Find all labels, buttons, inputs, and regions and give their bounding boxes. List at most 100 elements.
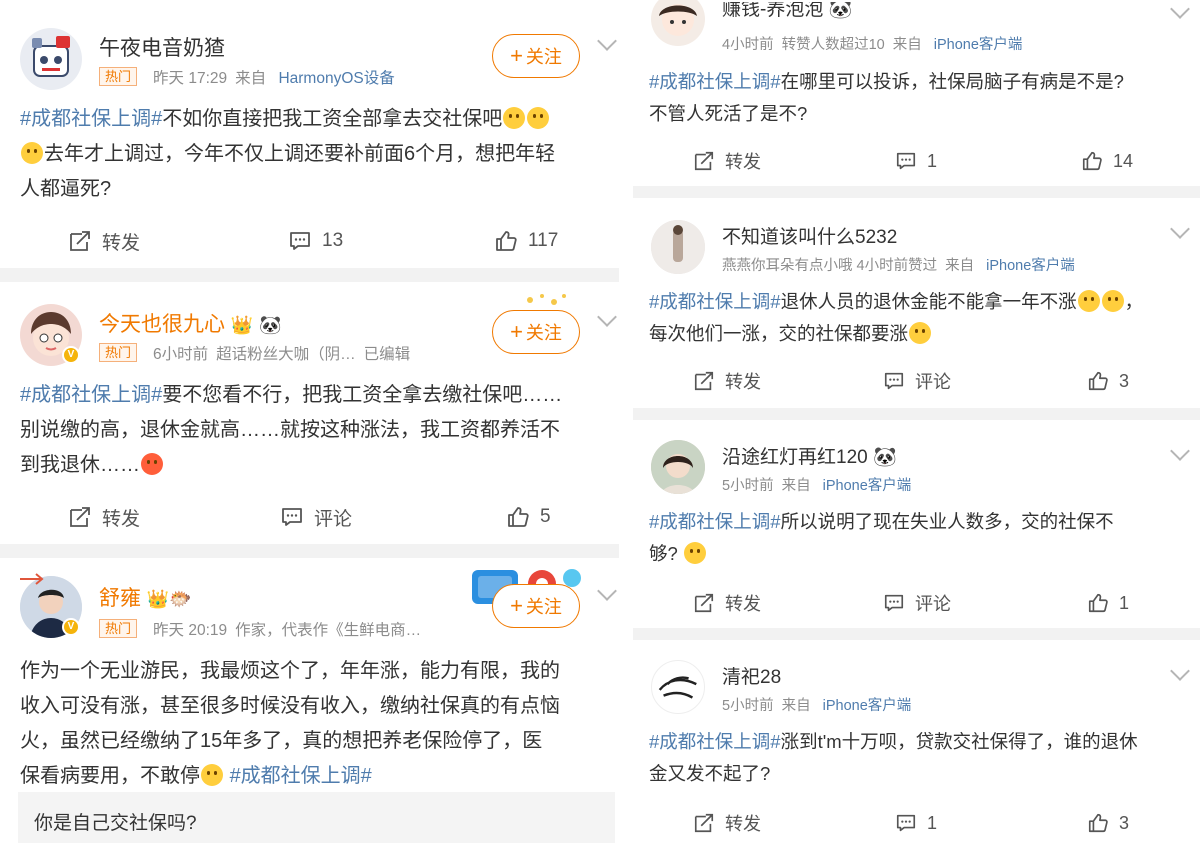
post-time: 6小时前 (153, 346, 209, 363)
comment-card[interactable]: 不知道该叫什么5232 燕燕你耳朵有点小哦 4小时前赞过 来自 iPhone客户端… (633, 198, 1200, 408)
avatar[interactable] (651, 220, 705, 274)
follow-label: 关注 (525, 597, 562, 617)
post-card[interactable]: V 舒雍 👑🐡 热门 昨天 20:19 作家，代表作《生鲜电商… + 关注 作为一个无… (0, 558, 619, 843)
post-text: #成都社保上调#所以说明了现在失业人数多，交的社保不 够? (649, 511, 1114, 564)
repost-button[interactable]: 转发 (693, 580, 761, 626)
chevron-down-icon[interactable] (1170, 0, 1190, 19)
topic-tag[interactable]: #成都社保上调# (20, 384, 162, 406)
username[interactable]: 赚钱-养泡泡 🐼 (722, 2, 852, 24)
topic-tag[interactable]: #成都社保上调# (230, 765, 372, 787)
comment-card[interactable]: 沿途红灯再红120 🐼 5小时前 来自 iPhone客户端 #成都社保上调#所以说… (633, 420, 1200, 628)
post-card[interactable]: 午夜电音奶猹 热门 昨天 17:29 来自 HarmonyOS设备 + 关注 #成都社… (0, 0, 619, 268)
plus-icon: + (510, 593, 523, 618)
post-time: 昨天 17:29 (153, 70, 228, 87)
action-bar: 转发 1 3 (633, 800, 1200, 843)
avatar[interactable] (651, 660, 705, 714)
emoji-icon (503, 107, 526, 129)
like-icon (1081, 150, 1103, 172)
topic-tag[interactable]: #成都社保上调# (649, 731, 781, 752)
source-prefix: 来自 (235, 70, 267, 87)
cupid-decoration (18, 570, 44, 588)
fish-icon: 🐡 (169, 589, 192, 609)
panda-icon: 🐼 (828, 2, 853, 20)
repost-icon (693, 812, 715, 834)
comment-button[interactable]: 评论 (883, 358, 951, 404)
post-card[interactable]: V 今天也很九心 👑 🐼 热门 6小时前 超话粉丝大咖（阴… 已编辑 + 关注 #成都社… (0, 282, 619, 544)
avatar[interactable] (651, 0, 705, 46)
plus-icon: + (510, 319, 523, 344)
username[interactable]: 不知道该叫什么5232 (722, 222, 897, 249)
emoji-icon (527, 107, 550, 129)
comment-button[interactable]: 评论 (883, 580, 951, 626)
repost-button[interactable]: 转发 (693, 800, 761, 843)
topic-tag[interactable]: #成都社保上调# (649, 71, 781, 92)
topic-tag[interactable]: #成都社保上调# (649, 511, 781, 532)
crown-icon: 👑 (230, 315, 254, 335)
repost-button[interactable]: 转发 (68, 492, 140, 542)
comment-button[interactable]: 评论 (280, 492, 352, 542)
chevron-down-icon[interactable] (597, 31, 617, 51)
username[interactable]: 舒雍 👑🐡 (99, 582, 192, 612)
action-bar: 转发 评论 3 (633, 358, 1200, 404)
right-feed-column: 赚钱-养泡泡 🐼 4小时前 转赞人数超过10 来自 iPhone客户端 #成都社保上… (633, 0, 1200, 843)
verified-icon: V (62, 346, 80, 364)
action-bar: 转发 13 117 (0, 216, 619, 266)
repost-icon (68, 505, 92, 529)
like-button[interactable]: 1 (1087, 580, 1129, 626)
chevron-down-icon[interactable] (1170, 219, 1190, 239)
username[interactable]: 今天也很九心 👑 🐼 (99, 308, 282, 338)
edited-label: 已编辑 (363, 346, 411, 363)
chevron-down-icon[interactable] (1170, 661, 1190, 681)
post-text: #成都社保上调#要不您看不行，把我工资全拿去缴社保吧…… 别说缴的高，退休金就高… (20, 384, 563, 476)
crown-icon: 👑 (146, 589, 170, 609)
like-button[interactable]: 117 (494, 216, 558, 266)
repost-button[interactable]: 转发 (68, 216, 140, 266)
topic-tag[interactable]: #成都社保上调# (20, 108, 162, 130)
username[interactable]: 午夜电音奶猹 (99, 32, 225, 62)
follow-button[interactable]: + 关注 (492, 584, 580, 628)
separator (0, 544, 619, 558)
chevron-down-icon[interactable] (597, 307, 617, 327)
comment-icon (883, 370, 905, 392)
avatar[interactable] (20, 28, 82, 90)
like-icon (1087, 370, 1109, 392)
comment-card[interactable]: 赚钱-养泡泡 🐼 4小时前 转赞人数超过10 来自 iPhone客户端 #成都社保上… (633, 0, 1200, 186)
chevron-down-icon[interactable] (1170, 441, 1190, 461)
like-icon (1087, 592, 1109, 614)
repost-icon (693, 370, 715, 392)
username[interactable]: 清祀28 (722, 662, 781, 689)
comment-icon (895, 812, 917, 834)
reply-preview[interactable]: 你是自己交社保吗? (18, 792, 615, 843)
panda-icon: 🐼 (259, 315, 282, 335)
like-icon (1087, 812, 1109, 834)
like-button[interactable]: 3 (1087, 358, 1129, 404)
avatar[interactable] (651, 440, 705, 494)
follow-button[interactable]: + 关注 (492, 310, 580, 354)
smile-emoji-icon (1101, 290, 1124, 312)
comment-icon (288, 229, 312, 253)
post-source[interactable]: HarmonyOS设备 (278, 70, 394, 87)
chevron-down-icon[interactable] (597, 581, 617, 601)
like-button[interactable]: 14 (1081, 138, 1133, 184)
post-text: #成都社保上调#涨到t'm十万呗，贷款交社保得了，谁的退休 金又发不起了? (649, 731, 1138, 784)
angry-emoji-icon (141, 453, 163, 475)
repost-button[interactable]: 转发 (693, 138, 761, 184)
username[interactable]: 沿途红灯再红120 🐼 (722, 442, 897, 469)
post-text: #成都社保上调#不如你直接把我工资全部拿去交社保吧 去年才上调过，今年不仅上调还… (20, 107, 556, 200)
repost-button[interactable]: 转发 (693, 358, 761, 404)
comment-button[interactable]: 1 (895, 800, 937, 843)
like-button[interactable]: 5 (506, 492, 551, 542)
comment-card[interactable]: 清祀28 5小时前 来自 iPhone客户端 #成都社保上调#涨到t'm十万呗，贷… (633, 640, 1200, 843)
separator (633, 408, 1200, 420)
sad-emoji-icon (683, 542, 706, 564)
comment-button[interactable]: 13 (288, 216, 343, 266)
smile-emoji-icon (1077, 290, 1100, 312)
like-button[interactable]: 3 (1087, 800, 1129, 843)
comment-button[interactable]: 1 (895, 138, 937, 184)
follow-button[interactable]: + 关注 (492, 34, 580, 78)
topic-tag[interactable]: #成都社保上调# (649, 291, 781, 312)
post-text: #成都社保上调#在哪里可以投诉，社保局脑子有病是不是? 不管人死活了是不? (649, 71, 1124, 124)
like-icon (494, 229, 518, 253)
post-time: 昨天 20:19 (153, 622, 228, 639)
repost-icon (693, 150, 715, 172)
